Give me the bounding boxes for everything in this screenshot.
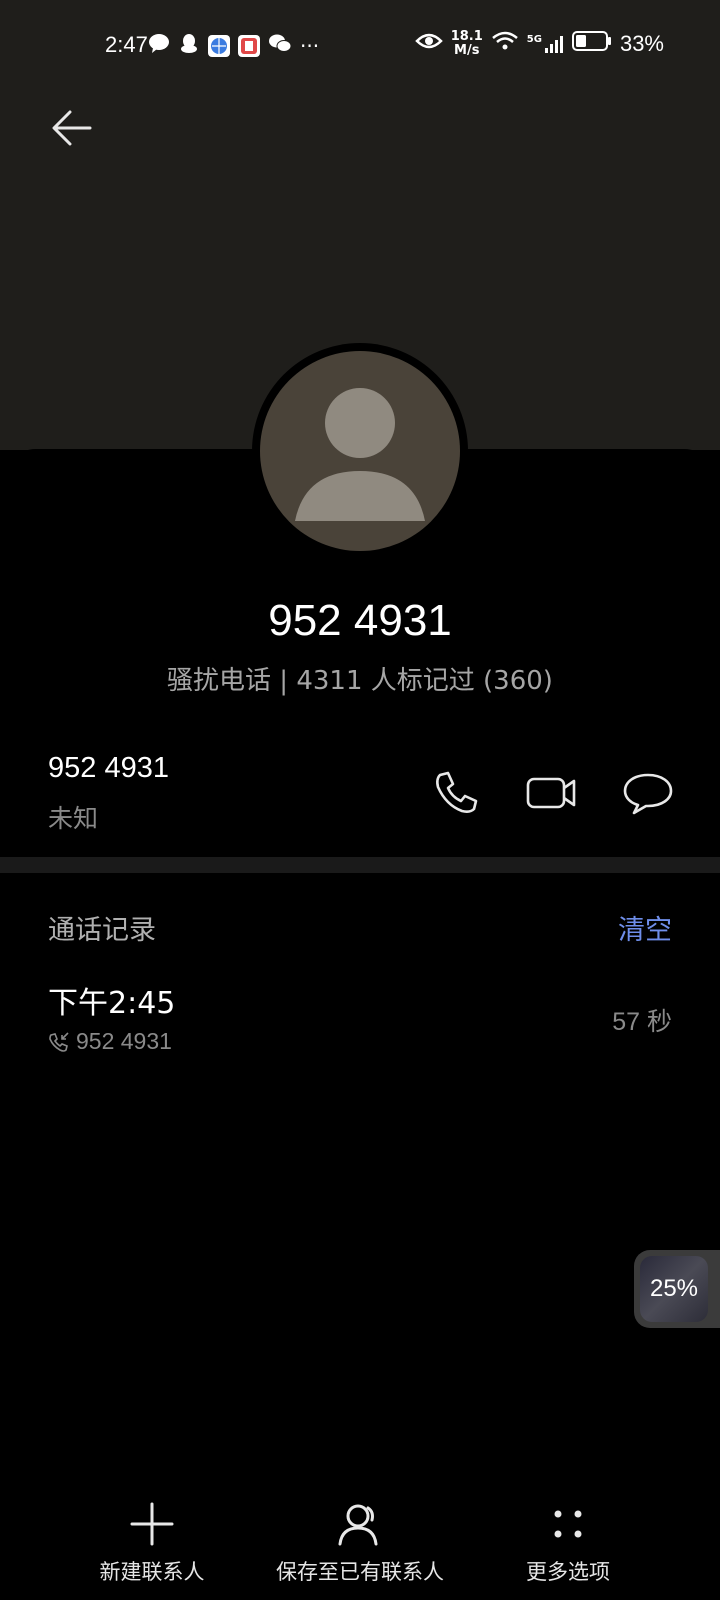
qq-icon — [178, 32, 200, 60]
incoming-call-icon — [49, 1031, 69, 1052]
browser-icon — [208, 35, 230, 57]
save-to-existing-label: 保存至已有联系人 — [276, 1560, 444, 1584]
chat-bubble-icon — [623, 773, 673, 815]
video-camera-icon — [526, 777, 576, 809]
net-speed: 18.1 M/s — [451, 30, 483, 58]
call-button[interactable] — [428, 765, 484, 821]
spam-tag: 骚扰电话 | 4311 人标记过 (360) — [167, 666, 553, 696]
call-number: 952 4931 — [76, 1028, 172, 1054]
back-arrow-icon — [52, 110, 92, 146]
avatar[interactable] — [260, 351, 460, 551]
call-number-row: 952 4931 — [48, 1028, 172, 1055]
phone-icon — [436, 771, 478, 813]
more-options-button[interactable]: 更多选项 — [448, 1500, 688, 1586]
video-call-button[interactable] — [524, 765, 580, 821]
back-button[interactable] — [48, 104, 96, 152]
more-options-label: 更多选项 — [526, 1560, 610, 1584]
status-bar: 2:47 ··· 18.1 M/s 5G 33% — [0, 28, 720, 64]
battery-percent: 33% — [619, 31, 664, 56]
more-notifications-icon: ··· — [300, 34, 320, 58]
new-contact-button[interactable]: 新建联系人 — [32, 1500, 272, 1586]
eye-icon — [414, 31, 443, 57]
status-time: 2:47 — [105, 32, 148, 57]
notification-icons: ··· — [148, 32, 319, 60]
clear-log-button[interactable]: 清空 — [618, 908, 672, 947]
floating-widget[interactable]: 25% — [634, 1250, 720, 1328]
system-icons: 18.1 M/s 5G 33% — [414, 30, 664, 58]
number-row[interactable]: 952 4931 未知 — [48, 752, 169, 835]
call-duration: 57 秒 — [612, 1008, 672, 1036]
battery-icon — [571, 30, 612, 58]
person-icon — [338, 1504, 378, 1546]
number-location: 未知 — [48, 804, 99, 833]
net-speed-unit: M/s — [454, 43, 480, 58]
person-placeholder-icon — [295, 388, 425, 521]
message-icon — [148, 32, 170, 60]
phone-number: 952 4931 — [48, 752, 169, 784]
signal-label: 5G — [526, 34, 542, 45]
call-time: 下午2:45 — [48, 986, 176, 1021]
signal-icon: 5G — [527, 34, 564, 54]
net-speed-value: 18.1 — [450, 29, 483, 44]
plus-icon — [130, 1502, 174, 1546]
save-to-existing-button[interactable]: 保存至已有联系人 — [240, 1500, 480, 1586]
call-log-title: 通话记录 — [48, 915, 156, 946]
wifi-icon — [491, 30, 519, 58]
floating-widget-thumbnail: 25% — [640, 1256, 708, 1322]
more-dots-icon — [554, 1510, 582, 1538]
floating-widget-percent: 25% — [649, 1275, 699, 1302]
bottom-action-bar: 新建联系人 保存至已有联系人 更多选项 — [0, 1500, 720, 1600]
contact-name: 952 4931 — [268, 596, 452, 645]
message-button[interactable] — [620, 765, 676, 821]
wechat-icon — [268, 32, 292, 60]
section-divider — [0, 857, 720, 873]
new-contact-label: 新建联系人 — [99, 1560, 205, 1584]
reader-icon — [238, 35, 260, 57]
